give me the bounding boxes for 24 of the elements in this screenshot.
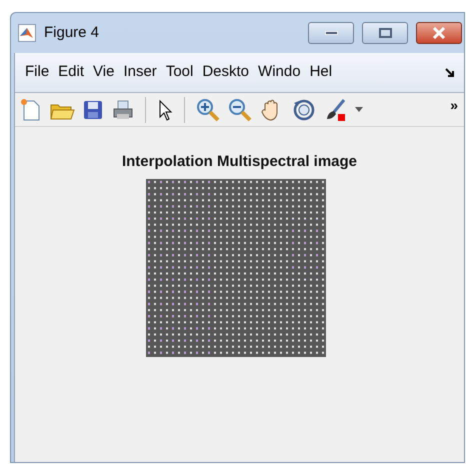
zoom-in-icon[interactable] — [195, 98, 221, 122]
window-title: Figure 4 — [44, 22, 100, 43]
menu-overflow-icon[interactable] — [444, 66, 456, 78]
maximize-icon — [378, 28, 392, 38]
rotate-icon[interactable] — [291, 98, 317, 122]
menu-item[interactable]: File — [25, 61, 50, 84]
menu-item[interactable]: Deskto — [202, 61, 250, 84]
zoom-out-icon[interactable] — [227, 98, 253, 122]
menu-item[interactable]: Edit — [58, 61, 84, 84]
menu-item[interactable]: Vie — [93, 61, 114, 84]
menu-item[interactable]: Tool — [166, 61, 194, 84]
menu-item[interactable]: Hel — [310, 61, 332, 84]
toolbar-overflow-button[interactable]: » — [450, 95, 464, 116]
image-title: Interpolation Multispectral image — [122, 152, 358, 172]
dropdown-caret-icon[interactable] — [355, 107, 363, 112]
printer-icon[interactable] — [111, 98, 135, 122]
menu-item[interactable]: Windo — [258, 61, 301, 84]
app-icon — [18, 24, 36, 42]
close-button[interactable] — [416, 22, 462, 44]
minimize-icon — [324, 31, 338, 35]
close-icon — [432, 27, 446, 39]
menu-item[interactable]: Inser — [123, 61, 157, 84]
minimize-button[interactable] — [308, 22, 354, 44]
maximize-button[interactable] — [362, 22, 408, 44]
